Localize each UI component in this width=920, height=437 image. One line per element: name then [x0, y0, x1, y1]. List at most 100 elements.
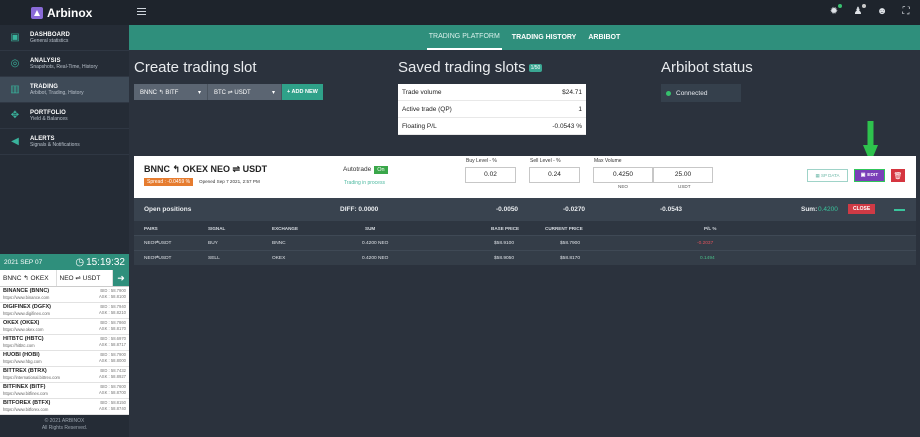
saved-slots-title-text: Saved trading slots	[398, 59, 526, 76]
cell-signal: SELL	[208, 256, 220, 261]
cell-base-price: $58.9050	[494, 256, 515, 261]
create-slot-controls: BNNC ↰ BITF ▾ BTC ⇌ USDT ▾ + ADD NEW	[134, 84, 323, 100]
sidebar-item-dashboard[interactable]: ▣ DASHBOARD General statistics	[0, 25, 129, 51]
saved-slots-table: Trade volume $24.71 Active trade (QP) 1 Fl…	[398, 84, 586, 135]
table-row[interactable]: NEO⇌USDT SELL OKEX 0.4200 NEO $58.9050 $…	[134, 250, 916, 265]
cell-base-price: $58.9100	[494, 241, 515, 246]
exchange-row[interactable]: DIGIFINEX (DGFX) https://www.digifinex.co…	[0, 303, 129, 319]
chart-icon: ▥	[10, 84, 20, 95]
trading-status-text: Trading in process	[344, 180, 385, 186]
exchange-url: https://www.okex.com	[3, 327, 44, 332]
autotrade-label: Autotrade	[343, 166, 372, 173]
positions-table: PAIRS SIGNAL EXCHANGE SUM BASE PRICE CUR…	[134, 221, 916, 265]
tab-trading-platform[interactable]: TRADING PLATFORM	[426, 25, 502, 50]
settings-icon[interactable]: ✹	[828, 4, 842, 17]
trash-icon[interactable]: 🗑	[891, 169, 905, 182]
exchange-name: BITTREX (BTRX)	[3, 368, 47, 374]
exchange-url: https://www.bitfinex.com	[3, 391, 48, 396]
history-icon: ◷	[75, 256, 85, 268]
saved-row-label: Active trade (QP)	[402, 105, 452, 113]
cell-pl: -0.2037	[697, 241, 714, 246]
cell-signal: BUY	[208, 241, 218, 246]
cell-pair: NEO⇌USDT	[144, 256, 172, 261]
sum-label: Sum:	[801, 206, 818, 213]
diff-value: DIFF: 0.0000	[340, 206, 379, 213]
tab-trading-history[interactable]: TRADING HISTORY	[510, 25, 579, 50]
exchange-row[interactable]: BITFOREX (BTFX) https://www.bitforex.com B…	[0, 399, 129, 415]
cell-sum: 0.4200 NEO	[362, 241, 389, 246]
saved-row-value: 1	[578, 105, 582, 113]
exchange-ask: ASK : 58.8100	[98, 294, 126, 299]
exchange-ask: ASK : 58.8740	[98, 406, 126, 411]
table-row[interactable]: NEO⇌USDT BUY BNNC 0.4200 NEO $58.9100 $5…	[134, 235, 916, 250]
top-bar: ✹ ♟ ☻ ⛶	[129, 0, 920, 25]
exchange-name: BITFINEX (BITF)	[3, 384, 46, 390]
collapse-icon[interactable]	[894, 209, 905, 211]
saved-row-floating-pl: Floating P/L -0.0543 %	[398, 118, 586, 135]
saved-row-active-trade: Active trade (QP) 1	[398, 101, 586, 118]
exchange-select[interactable]: BNNC ↰ BITF ▾	[134, 84, 208, 100]
max-volume-usdt-input[interactable]: 25.00	[653, 167, 713, 183]
exchange-list: BINANCE (BNNC) https://www.binance.com BID…	[0, 287, 129, 415]
user-icon[interactable]: ☻	[876, 6, 888, 17]
sidebar-item-label: DASHBOARD	[30, 31, 70, 38]
exchange-row[interactable]: BINANCE (BNNC) https://www.binance.com BID…	[0, 287, 129, 303]
brand-name: Arbinox	[47, 5, 93, 20]
exchange-name: HUOBI (HOBI)	[3, 352, 40, 358]
exchange-url: https://www.binance.com	[3, 295, 50, 300]
menu-icon[interactable]	[137, 8, 146, 15]
sidebar-item-trading[interactable]: ▥ TRADING Arbibot, Trading, History	[0, 77, 129, 103]
cell-sum: 0.4200 NEO	[362, 256, 389, 261]
brand-logo[interactable]: Arbinox	[0, 0, 129, 25]
trading-slot-card: BNNC ↰ OKEX NEO ⇌ USDT Spread : -0.0459 …	[134, 156, 916, 198]
exchange-row[interactable]: HITBTC (HBTC) https://hitbtc.com BID : 58.…	[0, 335, 129, 351]
exchange-select-value: BNNC ↰ BITF	[140, 89, 179, 96]
sidebar-item-analysis[interactable]: ◎ ANALYSIS Snapshots, Real-Time, History	[0, 51, 129, 77]
exchange-name: OKEX (OKEX)	[3, 320, 40, 326]
ticker-pair-select[interactable]: NEO ⇌ USDT	[57, 270, 113, 286]
sidebar-item-portfolio[interactable]: ✥ PORTFOLIO Yield & Balances	[0, 103, 129, 129]
saved-row-trade-volume: Trade volume $24.71	[398, 84, 586, 101]
autotrade-toggle[interactable]: Autotrade On	[343, 166, 388, 174]
exchange-row[interactable]: BITTREX (BTRX) https://international.bitt…	[0, 367, 129, 383]
main-tabs: TRADING PLATFORM TRADING HISTORY ARBIBOT	[129, 25, 920, 50]
exchange-ask: ASK : 58.8717	[98, 342, 126, 347]
settings-dot	[838, 4, 842, 8]
ticker-header: 2021 SEP 07 ◷ 15:19:32	[0, 254, 129, 270]
edit-button[interactable]: ▣ EDIT	[854, 169, 885, 182]
cell-pl: 0.1494	[700, 256, 715, 261]
cell-exchange: BNNC	[272, 241, 286, 246]
cell-current-price: $58.7900	[560, 241, 581, 246]
exchange-name: DIGIFINEX (DGFX)	[3, 304, 51, 310]
cell-exchange: OKEX	[272, 256, 286, 261]
exchange-url: https://www.bitforex.com	[3, 407, 49, 412]
top-actions: ✹ ♟ ☻ ⛶	[828, 4, 912, 17]
ticker-exchange-select[interactable]: BNNC ↰ OKEX	[0, 270, 57, 286]
buy-level-input[interactable]: 0.02	[465, 167, 516, 183]
slot-title: BNNC ↰ OKEX NEO ⇌ USDT	[144, 164, 268, 174]
col-base-price: BASE PRICE	[491, 226, 520, 231]
col-sum: SUM	[365, 226, 376, 231]
pair-select[interactable]: BTC ⇌ USDT ▾	[208, 84, 282, 100]
exchange-url: https://www.digifinex.com	[3, 311, 51, 316]
megaphone-icon: ◀	[11, 136, 19, 147]
sp-data-button[interactable]: ▦ SP DATA	[807, 169, 848, 182]
close-button[interactable]: CLOSE	[848, 204, 876, 214]
col-pl: P/L %	[704, 226, 717, 231]
exchange-row[interactable]: HUOBI (HOBI) https://www.hbg.com BID : 58.…	[0, 351, 129, 367]
tab-arbibot[interactable]: ARBIBOT	[586, 25, 622, 50]
sell-level-input[interactable]: 0.24	[529, 167, 580, 183]
sidebar-item-alerts[interactable]: ◀ ALERTS Signals & Notifications	[0, 129, 129, 155]
add-new-button[interactable]: + ADD NEW	[282, 84, 323, 100]
exchange-row[interactable]: BITFINEX (BITF) https://www.bitfinex.com B…	[0, 383, 129, 399]
sidebar-item-subtitle: Arbibot, Trading, History	[30, 89, 84, 96]
saved-row-value: $24.71	[562, 88, 582, 96]
sidebar-item-label: PORTFOLIO	[30, 109, 66, 116]
fullscreen-icon[interactable]: ⛶	[900, 6, 912, 17]
max-volume-neo-input[interactable]: 0.4250	[593, 167, 653, 183]
arrow-right-icon[interactable]: ➜	[113, 270, 129, 286]
bell-icon[interactable]: ♟	[852, 4, 866, 17]
arbibot-status: Connected	[661, 84, 741, 102]
exchange-row[interactable]: OKEX (OKEX) https://www.okex.com BID : 58.…	[0, 319, 129, 335]
col-current-price: CURRENT PRICE	[545, 226, 583, 231]
